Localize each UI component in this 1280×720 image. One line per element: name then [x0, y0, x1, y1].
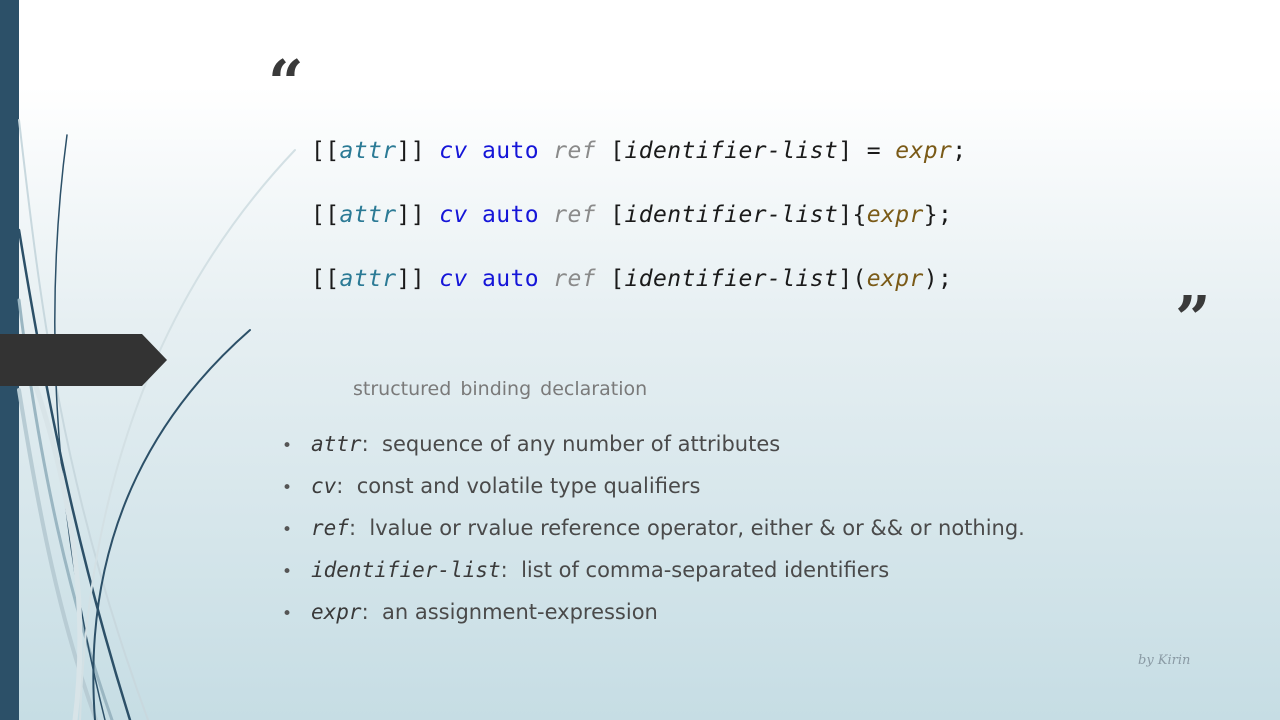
code-token-punct: ]]	[396, 266, 440, 292]
definition-separator: :	[500, 558, 522, 582]
code-token-punct	[468, 202, 482, 228]
definition-item: • attr: sequence of any number of attribu…	[282, 432, 1025, 474]
definition-description: const and volatile type qualifiers	[356, 474, 701, 498]
definition-separator: :	[336, 474, 357, 498]
code-token-punct: ;	[952, 138, 967, 164]
code-token-ref: ref	[553, 138, 596, 164]
code-token-expr: expr	[895, 138, 953, 164]
code-token-kw: auto	[482, 202, 539, 228]
code-token-expr: expr	[866, 202, 924, 228]
definition-description: lvalue or rvalue reference operator, eit…	[369, 516, 1025, 540]
code-token-ref: ref	[553, 266, 596, 292]
code-token-punct: [[	[311, 202, 340, 228]
code-token-punct: ]{	[838, 202, 867, 228]
code-token-punct: [[	[311, 138, 340, 164]
definition-list: • attr: sequence of any number of attribu…	[282, 432, 1025, 642]
code-token-cv: cv	[439, 138, 468, 164]
code-token-punct: [	[596, 138, 625, 164]
arrow-tab-shape	[0, 334, 167, 386]
code-line-3: [[attr]] cv auto ref [identifier-list](e…	[311, 266, 952, 292]
code-token-expr: expr	[866, 266, 924, 292]
code-token-punct: ] =	[838, 138, 896, 164]
bullet-icon: •	[282, 436, 293, 456]
definition-term: cv	[311, 474, 337, 498]
code-token-punct: [[	[311, 266, 340, 292]
code-token-id: identifier-list	[624, 138, 839, 164]
definition-item: • ref: lvalue or rvalue reference operato…	[282, 516, 1025, 558]
code-token-kw: auto	[482, 138, 539, 164]
definition-description: an assignment-expression	[382, 600, 658, 624]
signature: by Kirin	[1138, 653, 1191, 668]
caption: structured binding declaration	[353, 378, 648, 400]
code-line-1: [[attr]] cv auto ref [identifier-list] =…	[311, 138, 966, 164]
definition-description: sequence of any number of attributes	[382, 432, 781, 456]
code-token-punct	[539, 202, 553, 228]
code-token-punct: ](	[838, 266, 867, 292]
code-token-punct: [	[596, 266, 625, 292]
definition-term: identifier-list	[311, 558, 501, 582]
definition-term: attr	[311, 432, 362, 456]
code-token-punct	[539, 138, 553, 164]
bullet-icon: •	[282, 520, 293, 540]
definition-description: list of comma-separated identifiers	[521, 558, 890, 582]
code-token-cv: cv	[439, 202, 468, 228]
code-token-id: identifier-list	[624, 202, 839, 228]
code-token-attr: attr	[339, 202, 397, 228]
code-token-punct: [	[596, 202, 625, 228]
code-token-id: identifier-list	[624, 266, 839, 292]
code-token-kw: auto	[482, 266, 539, 292]
definition-item: • identifier-list: list of comma-separate…	[282, 558, 1025, 600]
code-token-punct: ]]	[396, 138, 440, 164]
code-line-2: [[attr]] cv auto ref [identifier-list]{e…	[311, 202, 952, 228]
code-token-punct: };	[923, 202, 953, 228]
code-token-attr: attr	[339, 266, 397, 292]
code-token-ref: ref	[553, 202, 596, 228]
definition-separator: :	[348, 516, 370, 540]
closing-quote-mark: ”	[1175, 282, 1211, 355]
code-token-punct: );	[923, 266, 953, 292]
definition-separator: :	[361, 432, 383, 456]
bullet-icon: •	[282, 604, 293, 624]
definition-item: • cv: const and volatile type qualifiers	[282, 474, 1025, 516]
code-token-punct	[539, 266, 553, 292]
code-token-punct: ]]	[396, 202, 440, 228]
bullet-icon: •	[282, 478, 293, 498]
definition-term: expr	[311, 600, 362, 624]
definition-item: • expr: an assignment-expression	[282, 600, 1025, 642]
opening-quote-mark: “	[268, 46, 304, 119]
code-token-punct	[468, 266, 482, 292]
code-token-punct	[468, 138, 482, 164]
bullet-icon: •	[282, 562, 293, 582]
code-token-attr: attr	[339, 138, 397, 164]
definition-separator: :	[361, 600, 383, 624]
code-token-cv: cv	[439, 266, 468, 292]
definition-term: ref	[311, 516, 349, 540]
